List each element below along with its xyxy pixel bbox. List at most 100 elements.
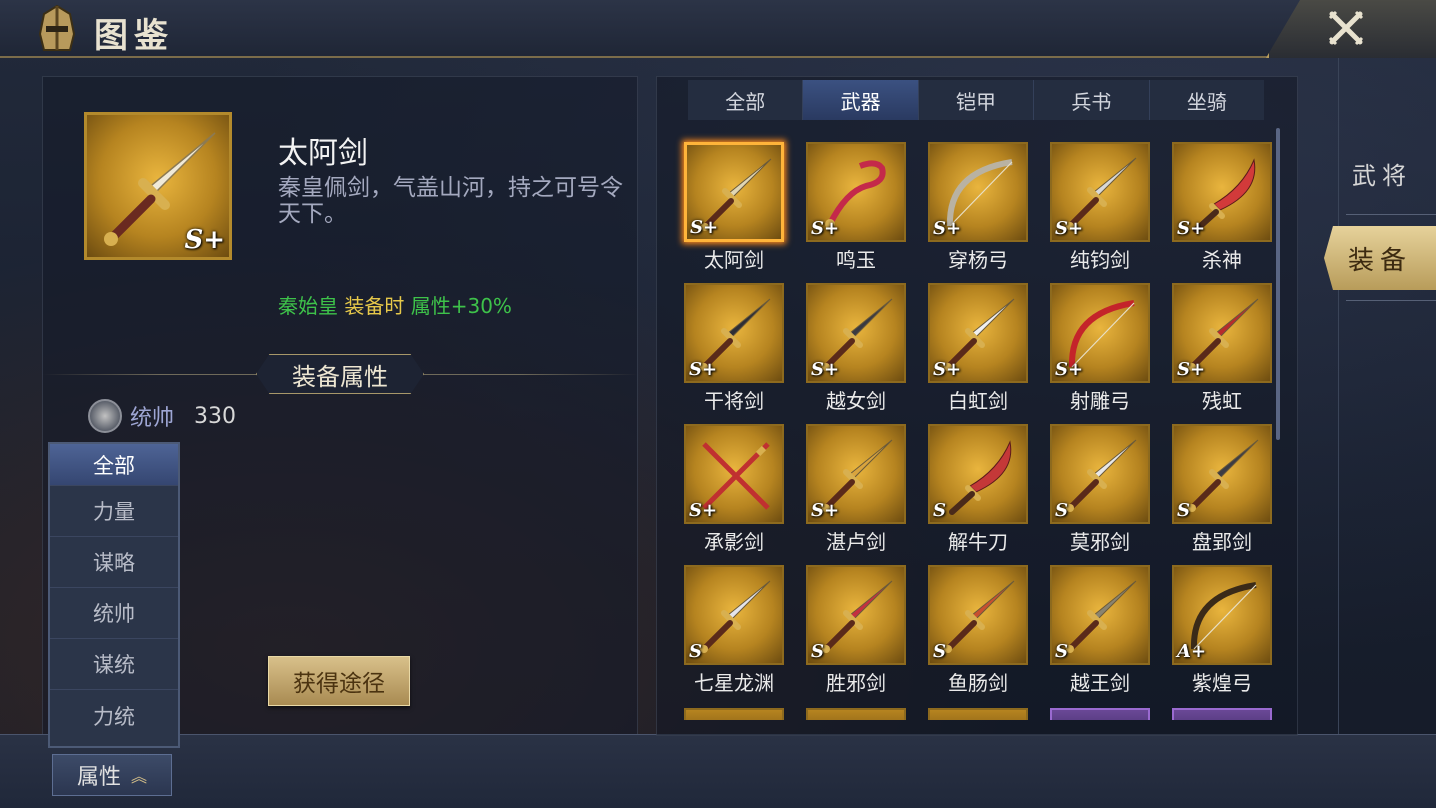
item-label: 湛卢剑 — [826, 530, 886, 554]
item-frame: S+ — [1172, 142, 1272, 242]
item-cell-partial[interactable] — [1050, 708, 1150, 720]
item-cell[interactable]: S 胜邪剑 — [806, 565, 906, 695]
item-cell-partial[interactable] — [928, 708, 1028, 720]
item-cell[interactable]: S+ 残虹 — [1172, 283, 1272, 413]
bonus-condition: 装备时 — [344, 294, 405, 318]
item-label: 盘郢剑 — [1192, 530, 1252, 554]
item-cell[interactable]: S 盘郢剑 — [1172, 424, 1272, 554]
item-label: 七星龙渊 — [694, 671, 774, 695]
item-label: 白虹剑 — [948, 389, 1008, 413]
bonus-effect: 属性+30% — [410, 294, 512, 318]
item-label: 解牛刀 — [948, 530, 1008, 554]
item-cell[interactable]: S+ 杀神 — [1172, 142, 1272, 272]
tab-book[interactable]: 兵书 — [1034, 80, 1150, 120]
item-label: 杀神 — [1202, 248, 1242, 272]
item-frame: S+ — [1050, 283, 1150, 383]
item-label: 莫邪剑 — [1070, 530, 1130, 554]
grade-badge: S+ — [690, 217, 719, 238]
grade-badge: S — [689, 641, 702, 662]
item-frame: S+ — [806, 424, 906, 524]
sword-icon — [1188, 439, 1259, 512]
grade-badge: S+ — [811, 218, 840, 239]
item-name: 太阿剑 — [278, 136, 368, 171]
sword-icon — [700, 580, 771, 653]
sword-icon — [944, 580, 1015, 653]
item-cell[interactable]: S+ 鸣玉 — [806, 142, 906, 272]
item-cell[interactable]: S 越王剑 — [1050, 565, 1150, 695]
item-cell[interactable]: S+ 湛卢剑 — [806, 424, 906, 554]
item-label: 紫煌弓 — [1192, 671, 1252, 695]
filter-item-strategy[interactable]: 谋略 — [50, 537, 178, 588]
item-cell-partial[interactable] — [806, 708, 906, 720]
item-cell[interactable]: S+ 射雕弓 — [1050, 283, 1150, 413]
item-frame: S+ — [928, 142, 1028, 242]
item-cell[interactable]: S+ 承影剑 — [684, 424, 784, 554]
side-tab-equipment[interactable]: 装备 — [1324, 226, 1436, 290]
grade-badge: S+ — [689, 500, 718, 521]
item-label: 鸣玉 — [836, 248, 876, 272]
item-label: 越王剑 — [1070, 671, 1130, 695]
tab-armor[interactable]: 铠甲 — [919, 80, 1035, 120]
item-frame: S+ — [1172, 283, 1272, 383]
item-cell[interactable]: S+ 白虹剑 — [928, 283, 1028, 413]
item-cell[interactable]: S 七星龙渊 — [684, 565, 784, 695]
item-frame: S+ — [928, 283, 1028, 383]
item-frame: S — [806, 565, 906, 665]
item-cell[interactable]: S+ 越女剑 — [806, 283, 906, 413]
grade-badge: A+ — [1177, 641, 1207, 662]
filter-item-command[interactable]: 统帅 — [50, 588, 178, 639]
sword-icon — [1066, 580, 1137, 653]
item-frame: S+ — [684, 424, 784, 524]
item-cell[interactable]: S+ 干将剑 — [684, 283, 784, 413]
item-frame: S+ — [806, 142, 906, 242]
side-tab-generals[interactable]: 武将 — [1352, 156, 1436, 196]
filter-item-strategy-command[interactable]: 谋统 — [50, 639, 178, 690]
item-cell[interactable]: S+ 太阿剑 — [684, 142, 784, 272]
stat-value: 330 — [194, 403, 237, 429]
tab-all[interactable]: 全部 — [688, 80, 804, 120]
item-description: 秦皇佩剑，气盖山河，持之可号令天下。 — [278, 175, 623, 227]
item-cell[interactable]: S+ 纯钧剑 — [1050, 142, 1150, 272]
item-cell[interactable]: S 鱼肠剑 — [928, 565, 1028, 695]
grade-badge: S — [1055, 641, 1068, 662]
bonus-text: 秦始皇 装备时 属性+30% — [278, 290, 512, 319]
attribute-filter-dropdown: 全部 力量 谋略 统帅 谋统 力统 — [48, 442, 180, 748]
item-label: 胜邪剑 — [826, 671, 886, 695]
grade-badge: S+ — [1177, 218, 1206, 239]
item-frame: S — [928, 424, 1028, 524]
close-icon[interactable] — [1326, 8, 1366, 48]
item-cell[interactable]: A+ 紫煌弓 — [1172, 565, 1272, 695]
item-frame: S+ — [684, 283, 784, 383]
stat-row: 统帅 330 — [88, 398, 236, 434]
sword-icon — [1066, 439, 1137, 512]
selected-item-icon: S+ — [84, 112, 232, 260]
item-frame: S — [1050, 565, 1150, 665]
item-cell[interactable]: S 解牛刀 — [928, 424, 1028, 554]
item-cell-partial[interactable] — [1172, 708, 1272, 720]
item-label: 纯钧剑 — [1070, 248, 1130, 272]
item-cell[interactable]: S 莫邪剑 — [1050, 424, 1150, 554]
grid-scrollbar[interactable] — [1276, 128, 1280, 440]
tab-mount[interactable]: 坐骑 — [1150, 80, 1264, 120]
item-label: 鱼肠剑 — [948, 671, 1008, 695]
item-cell-partial[interactable] — [684, 708, 784, 720]
attribute-filter-toggle[interactable]: 属性 ︽ — [52, 754, 172, 796]
item-grid-next-row — [684, 708, 1276, 720]
side-divider — [1346, 300, 1436, 301]
obtain-source-button[interactable]: 获得途径 — [268, 656, 410, 706]
filter-item-strength[interactable]: 力量 — [50, 486, 178, 537]
category-tabs: 全部 武器 铠甲 兵书 坐骑 — [688, 80, 1264, 120]
item-label: 干将剑 — [704, 389, 764, 413]
filter-item-all[interactable]: 全部 — [50, 444, 178, 486]
helmet-stat-icon — [88, 399, 122, 433]
filter-item-strength-command[interactable]: 力统 — [50, 690, 178, 741]
bonus-hero: 秦始皇 — [278, 294, 338, 318]
attribute-toggle-label: 属性 — [76, 765, 121, 790]
item-cell[interactable]: S+ 穿杨弓 — [928, 142, 1028, 272]
item-label: 射雕弓 — [1070, 389, 1130, 413]
sword-icon — [822, 580, 893, 653]
chevron-up-icon: ︽ — [131, 767, 148, 786]
grade-badge: S+ — [184, 225, 225, 255]
tab-weapon[interactable]: 武器 — [803, 80, 919, 120]
item-grid: S+ 太阿剑 S+ 鸣玉 S+ 穿杨弓 S+ 纯钧剑 S+ 杀神 S+ 干将剑 S+ 越 — [684, 142, 1276, 695]
